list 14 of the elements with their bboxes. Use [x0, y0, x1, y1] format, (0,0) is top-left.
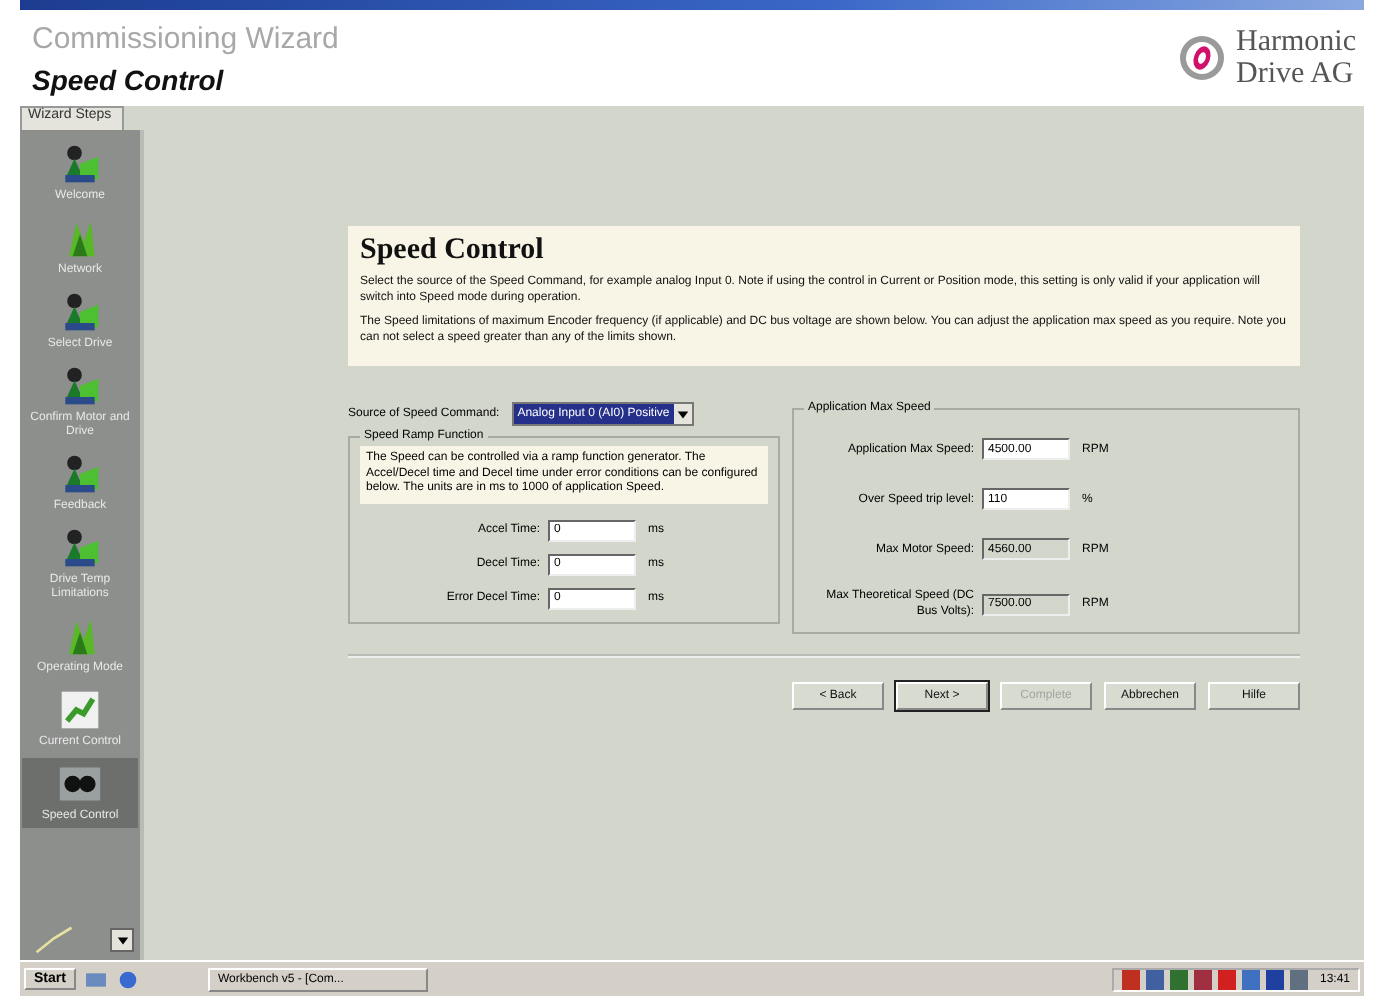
down-arrow-icon: [115, 933, 129, 947]
browser-icon[interactable]: [115, 969, 140, 989]
brand-name: Drive AG: [1236, 58, 1356, 90]
brand-name: Harmonic: [1236, 26, 1356, 58]
scroll-down-button[interactable]: [110, 928, 134, 952]
knobs-icon: [58, 762, 102, 806]
logo-icon: [1178, 34, 1227, 82]
wizard-title: Commissioning Wizard: [32, 21, 339, 55]
dropdown-arrow-icon: [675, 407, 690, 421]
chart-icon: [58, 688, 102, 732]
desktop-icon[interactable]: [83, 969, 108, 989]
curve-icon: [32, 926, 76, 954]
section-title: Speed Control: [360, 234, 546, 268]
page-title: Speed Control: [32, 63, 226, 95]
